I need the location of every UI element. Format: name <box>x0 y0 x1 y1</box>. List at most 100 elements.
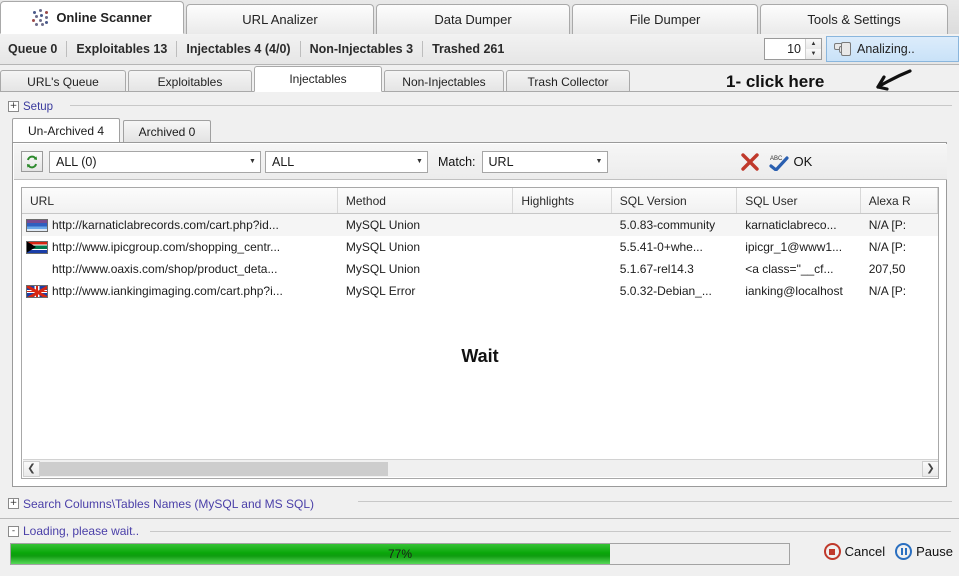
loading-label: Loading, please wait.. <box>23 524 140 538</box>
refresh-icon[interactable] <box>21 151 43 172</box>
column-header-url[interactable]: URL <box>22 188 338 213</box>
search-columns-expander[interactable]: + Search Columns\Tables Names (MySQL and… <box>8 497 314 511</box>
pause-button[interactable]: Pause <box>895 543 953 560</box>
url-text: http://karnaticlabrecords.com/cart.php?i… <box>52 218 279 232</box>
main-tab-strip: Online Scanner URL Analizer Data Dumper … <box>0 0 959 35</box>
table-header-row: URL Method Highlights SQL Version SQL Us… <box>22 188 938 214</box>
loading-section: - Loading, please wait.. 77% Cancel Paus… <box>0 518 959 576</box>
column-header-alexa[interactable]: Alexa R <box>861 188 938 213</box>
progress-bar: 77% <box>10 543 790 565</box>
cell-alexa: N/A [P: <box>868 240 907 254</box>
tab-file-dumper[interactable]: File Dumper <box>572 4 758 34</box>
tab-label: File Dumper <box>629 12 701 27</box>
tab-label: Data Dumper <box>434 12 512 27</box>
chevron-right-icon[interactable]: ❯ <box>922 460 938 477</box>
chevron-down-icon[interactable]: ▼ <box>592 158 607 165</box>
tab-label: Un-Archived 4 <box>27 123 105 138</box>
chevron-down-icon[interactable]: ▼ <box>412 158 427 165</box>
sidebar-item-urls-queue[interactable]: URL's Queue <box>0 70 126 92</box>
url-text: http://www.oaxis.com/shop/product_deta..… <box>52 262 278 276</box>
tab-url-analizer[interactable]: URL Analizer <box>186 4 374 34</box>
tab-tools-settings[interactable]: Tools & Settings <box>760 4 948 34</box>
chevron-left-icon[interactable]: ❮ <box>23 460 40 477</box>
setup-section: + Setup <box>8 99 952 113</box>
tab-data-dumper[interactable]: Data Dumper <box>376 4 570 34</box>
match-label: Match: <box>438 154 476 169</box>
red-x-icon[interactable] <box>740 152 760 171</box>
horizontal-scrollbar[interactable]: ❮ ❯ <box>23 459 938 477</box>
application-window: Online Scanner URL Analizer Data Dumper … <box>0 0 959 576</box>
filter-toolbar: ALL (0) ▼ ALL ▼ Match: URL ▼ ABC OK <box>14 144 947 180</box>
cell-url: http://www.iankingimaging.com/cart.php?i… <box>22 284 338 298</box>
tab-label: URL's Queue <box>27 74 99 89</box>
scrollbar-thumb[interactable] <box>40 461 388 476</box>
sidebar-item-exploitables[interactable]: Exploitables <box>128 70 252 92</box>
scrollbar-track[interactable] <box>40 460 922 477</box>
sidebar-item-trash-collector[interactable]: Trash Collector <box>506 70 630 92</box>
abc-check-icon[interactable]: ABC <box>768 153 790 172</box>
cell-alexa: N/A [P: <box>868 218 907 232</box>
tab-label: URL Analizer <box>242 12 318 27</box>
stop-circle-icon <box>823 543 841 560</box>
sidebar-item-non-injectables[interactable]: Non-Injectables <box>384 70 504 92</box>
ok-label[interactable]: OK <box>794 154 813 169</box>
flag-tricolor-icon <box>26 218 48 232</box>
count-injectables[interactable]: Injectables 4 (4/0) <box>177 42 299 56</box>
table-row[interactable]: http://www.iankingimaging.com/cart.php?i… <box>22 280 938 302</box>
cell-method: MySQL Error <box>345 284 416 298</box>
collapse-minus-icon: - <box>8 525 19 537</box>
expand-plus-icon: + <box>8 101 19 112</box>
tab-archived[interactable]: Archived 0 <box>123 120 211 143</box>
stepper-arrows[interactable]: ▲ ▼ <box>805 39 821 59</box>
progress-percent-text: 77% <box>387 547 413 561</box>
setup-expander[interactable]: + Setup <box>8 101 53 113</box>
loading-expander[interactable]: - Loading, please wait.. <box>8 524 139 538</box>
cell-sql-version: 5.1.67-rel14.3 <box>619 262 694 276</box>
count-exploitables[interactable]: Exploitables 13 <box>67 42 176 56</box>
column-header-method[interactable]: Method <box>338 188 514 213</box>
table-row[interactable]: http://www.oaxis.com/shop/product_deta..… <box>22 258 938 280</box>
url-text: http://www.ipicgroup.com/shopping_centr.… <box>52 240 281 254</box>
column-header-highlights[interactable]: Highlights <box>513 188 612 213</box>
filter-type-value: ALL <box>272 154 295 169</box>
search-columns-label: Search Columns\Tables Names (MySQL and M… <box>23 496 314 511</box>
cell-alexa: 207,50 <box>868 262 906 276</box>
filter-count-value: ALL (0) <box>56 154 97 169</box>
status-analizing-button[interactable]: Analizing.. <box>826 36 959 62</box>
table-row[interactable]: http://karnaticlabrecords.com/cart.php?i… <box>22 214 938 236</box>
filter-type-dropdown[interactable]: ALL ▼ <box>265 150 428 173</box>
cell-method: MySQL Union <box>345 240 421 254</box>
match-field-dropdown[interactable]: URL ▼ <box>481 150 608 173</box>
search-columns-section: + Search Columns\Tables Names (MySQL and… <box>8 494 952 511</box>
filter-count-dropdown[interactable]: ALL (0) ▼ <box>49 150 261 173</box>
tab-label: Online Scanner <box>56 10 152 25</box>
table-row[interactable]: http://www.ipicgroup.com/shopping_centr.… <box>22 236 938 258</box>
threads-stepper[interactable]: 10 ▲ ▼ <box>764 38 822 60</box>
status-label: Analizing.. <box>857 42 915 56</box>
column-header-sql-version[interactable]: SQL Version <box>612 188 738 213</box>
tab-label: Archived 0 <box>138 124 196 139</box>
cell-sql-user: ianking@localhost <box>745 284 843 298</box>
expand-plus-icon: + <box>8 498 19 509</box>
column-header-sql-user[interactable]: SQL User <box>737 188 861 213</box>
section-rule <box>70 105 952 106</box>
annotation-text: 1- click here <box>726 72 825 91</box>
cell-url: http://karnaticlabrecords.com/cart.php?i… <box>22 218 338 232</box>
sidebar-item-injectables[interactable]: Injectables <box>254 66 382 92</box>
archive-tab-strip: Un-Archived 4 Archived 0 <box>12 118 214 143</box>
cancel-button[interactable]: Cancel <box>823 543 885 560</box>
tab-un-archived[interactable]: Un-Archived 4 <box>12 118 120 143</box>
tab-online-scanner[interactable]: Online Scanner <box>0 1 184 34</box>
pause-circle-icon <box>895 543 913 560</box>
stepper-up-icon[interactable]: ▲ <box>806 39 821 49</box>
chevron-down-icon[interactable]: ▼ <box>245 158 260 165</box>
count-non-injectables[interactable]: Non-Injectables 3 <box>301 42 423 56</box>
injectables-table: URL Method Highlights SQL Version SQL Us… <box>21 187 939 479</box>
tab-label: Exploitables <box>157 74 223 89</box>
section-rule <box>358 501 952 502</box>
count-queue[interactable]: Queue 0 <box>0 42 66 56</box>
pause-label: Pause <box>916 544 953 559</box>
stepper-down-icon[interactable]: ▼ <box>806 49 821 59</box>
count-trashed[interactable]: Trashed 261 <box>423 42 513 56</box>
cell-url: http://www.oaxis.com/shop/product_deta..… <box>22 262 338 276</box>
